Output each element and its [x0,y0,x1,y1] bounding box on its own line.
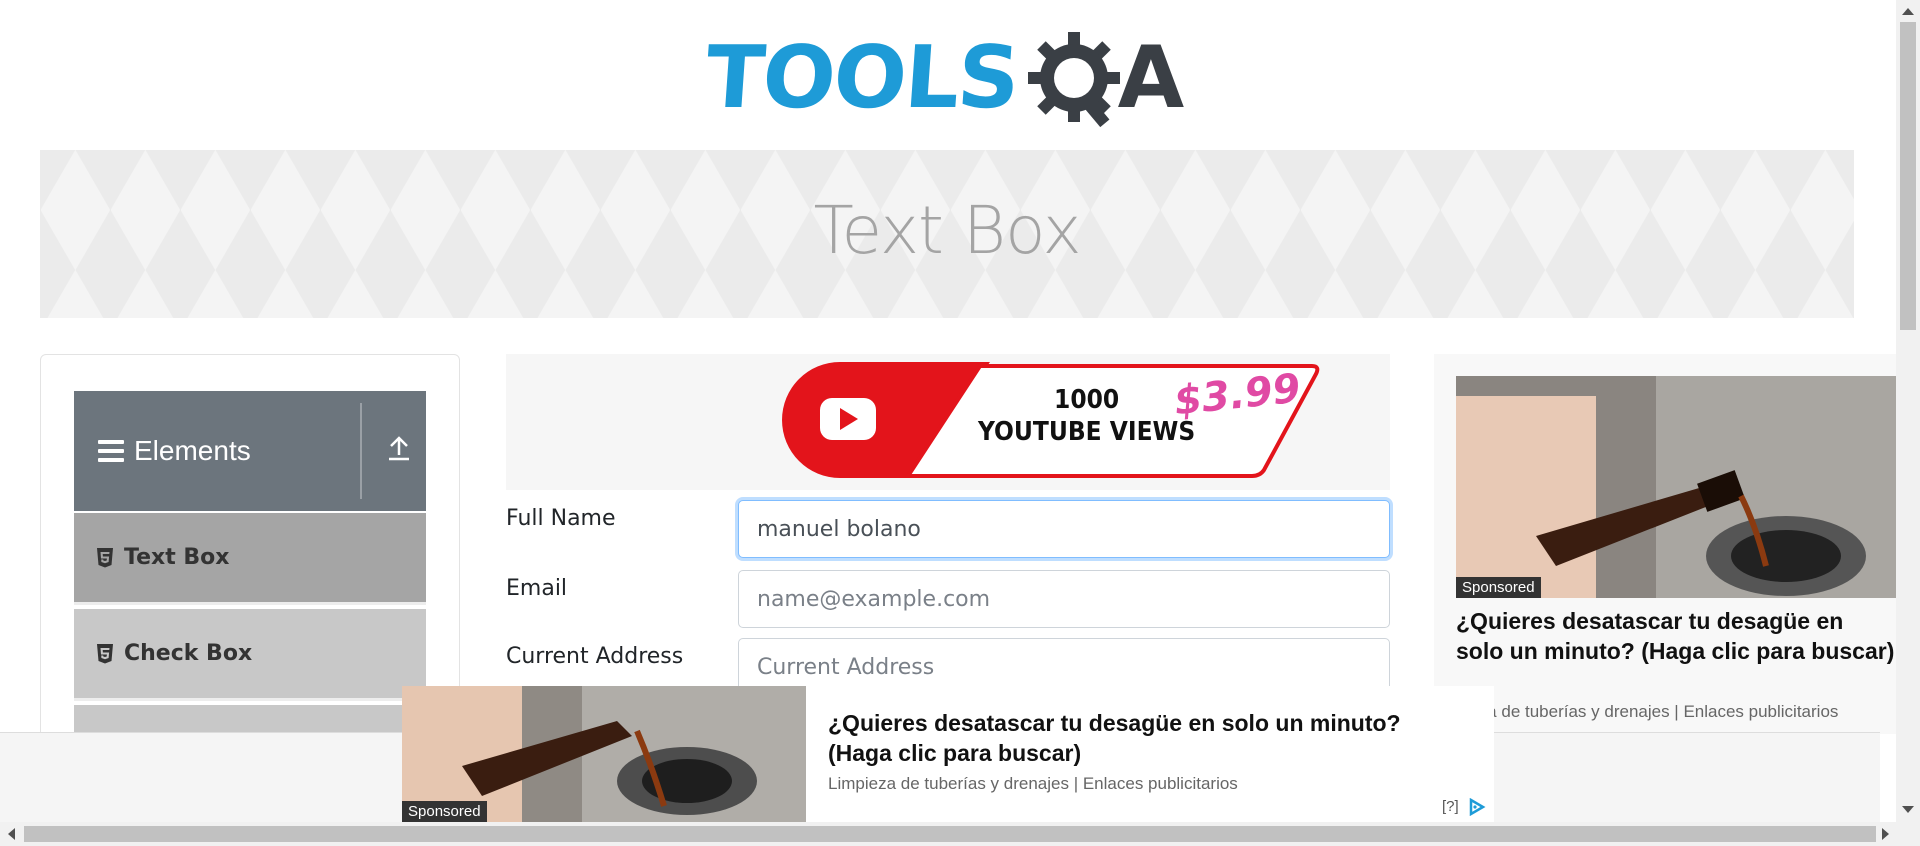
horizontal-scrollbar[interactable] [0,822,1920,846]
vertical-scroll-thumb[interactable] [1900,22,1916,330]
drain-bottle-image [1456,376,1908,598]
right-sponsored-ad[interactable]: Sponsored ¿Quieres desatascar tu desagüe… [1434,354,1920,734]
adchoices-icon[interactable] [1468,798,1486,816]
sidebar-item-label: Check Box [124,641,253,666]
ad-text: 1000 YOUTUBE VIEWS [978,384,1195,448]
sidebar-group-elements[interactable]: Elements [74,391,426,511]
sidebar: Elements Text Box Check Box [40,354,460,774]
gear-magnifier-icon [1027,32,1120,128]
scroll-up-arrow-icon[interactable] [1902,8,1914,15]
html5-icon [97,643,113,663]
ad-info-link[interactable]: [?] [1442,798,1459,815]
current-address-label: Current Address [506,644,684,669]
ad-title[interactable]: ¿Quieres desatascar tu desagüe en solo u… [1456,606,1896,666]
sidebar-item-check-box[interactable]: Check Box [74,609,426,701]
ad-line-1: 1000 [1054,385,1120,415]
ad-line-2: YOUTUBE VIEWS [978,417,1196,447]
youtube-views-ad[interactable]: 1000 YOUTUBE VIEWS $3.99 [506,354,1390,490]
scroll-down-arrow-icon[interactable] [1902,806,1914,813]
logo-text-a: A [1117,28,1185,128]
ad-image: Sponsored [1456,376,1908,598]
group-divider [360,403,362,499]
toolsqa-logo[interactable]: TOOLS A [702,20,1192,136]
html5-icon [97,547,113,567]
ad-title[interactable]: ¿Quieres desatascar tu desagüe en solo u… [828,708,1468,768]
horizontal-scroll-thumb[interactable] [24,826,1876,842]
logo-text-tools: TOOLS [702,28,1022,128]
full-name-label: Full Name [506,506,616,531]
scroll-left-arrow-icon[interactable] [8,828,15,840]
group-title: Elements [98,435,251,467]
sponsored-badge: Sponsored [1456,577,1541,598]
ad-subtitle: pieza de tuberías y drenajes | Enlaces p… [1456,702,1839,721]
email-label: Email [506,576,568,601]
vertical-scrollbar[interactable] [1896,0,1920,822]
collapse-arrow-up-icon[interactable] [384,433,414,463]
group-title-label: Elements [134,435,251,466]
sidebar-item-label: Text Box [124,545,230,570]
page: TOOLS A Text Box Elements Text Box Check… [0,0,1920,846]
scroll-right-arrow-icon[interactable] [1882,828,1889,840]
email-input[interactable] [738,570,1390,628]
page-title: Text Box [813,192,1081,269]
bottom-sponsored-ad[interactable]: Sponsored ¿Quieres desatascar tu desagüe… [402,686,1494,822]
ad-subtitle: Limpieza de tuberías y drenajes | Enlace… [828,774,1238,793]
hamburger-icon [98,440,124,462]
page-banner: Text Box [40,150,1854,318]
ad-image: Sponsored [402,686,806,822]
sidebar-item-text-box[interactable]: Text Box [74,513,426,605]
full-name-input[interactable] [738,500,1390,558]
sponsored-badge: Sponsored [402,801,487,822]
